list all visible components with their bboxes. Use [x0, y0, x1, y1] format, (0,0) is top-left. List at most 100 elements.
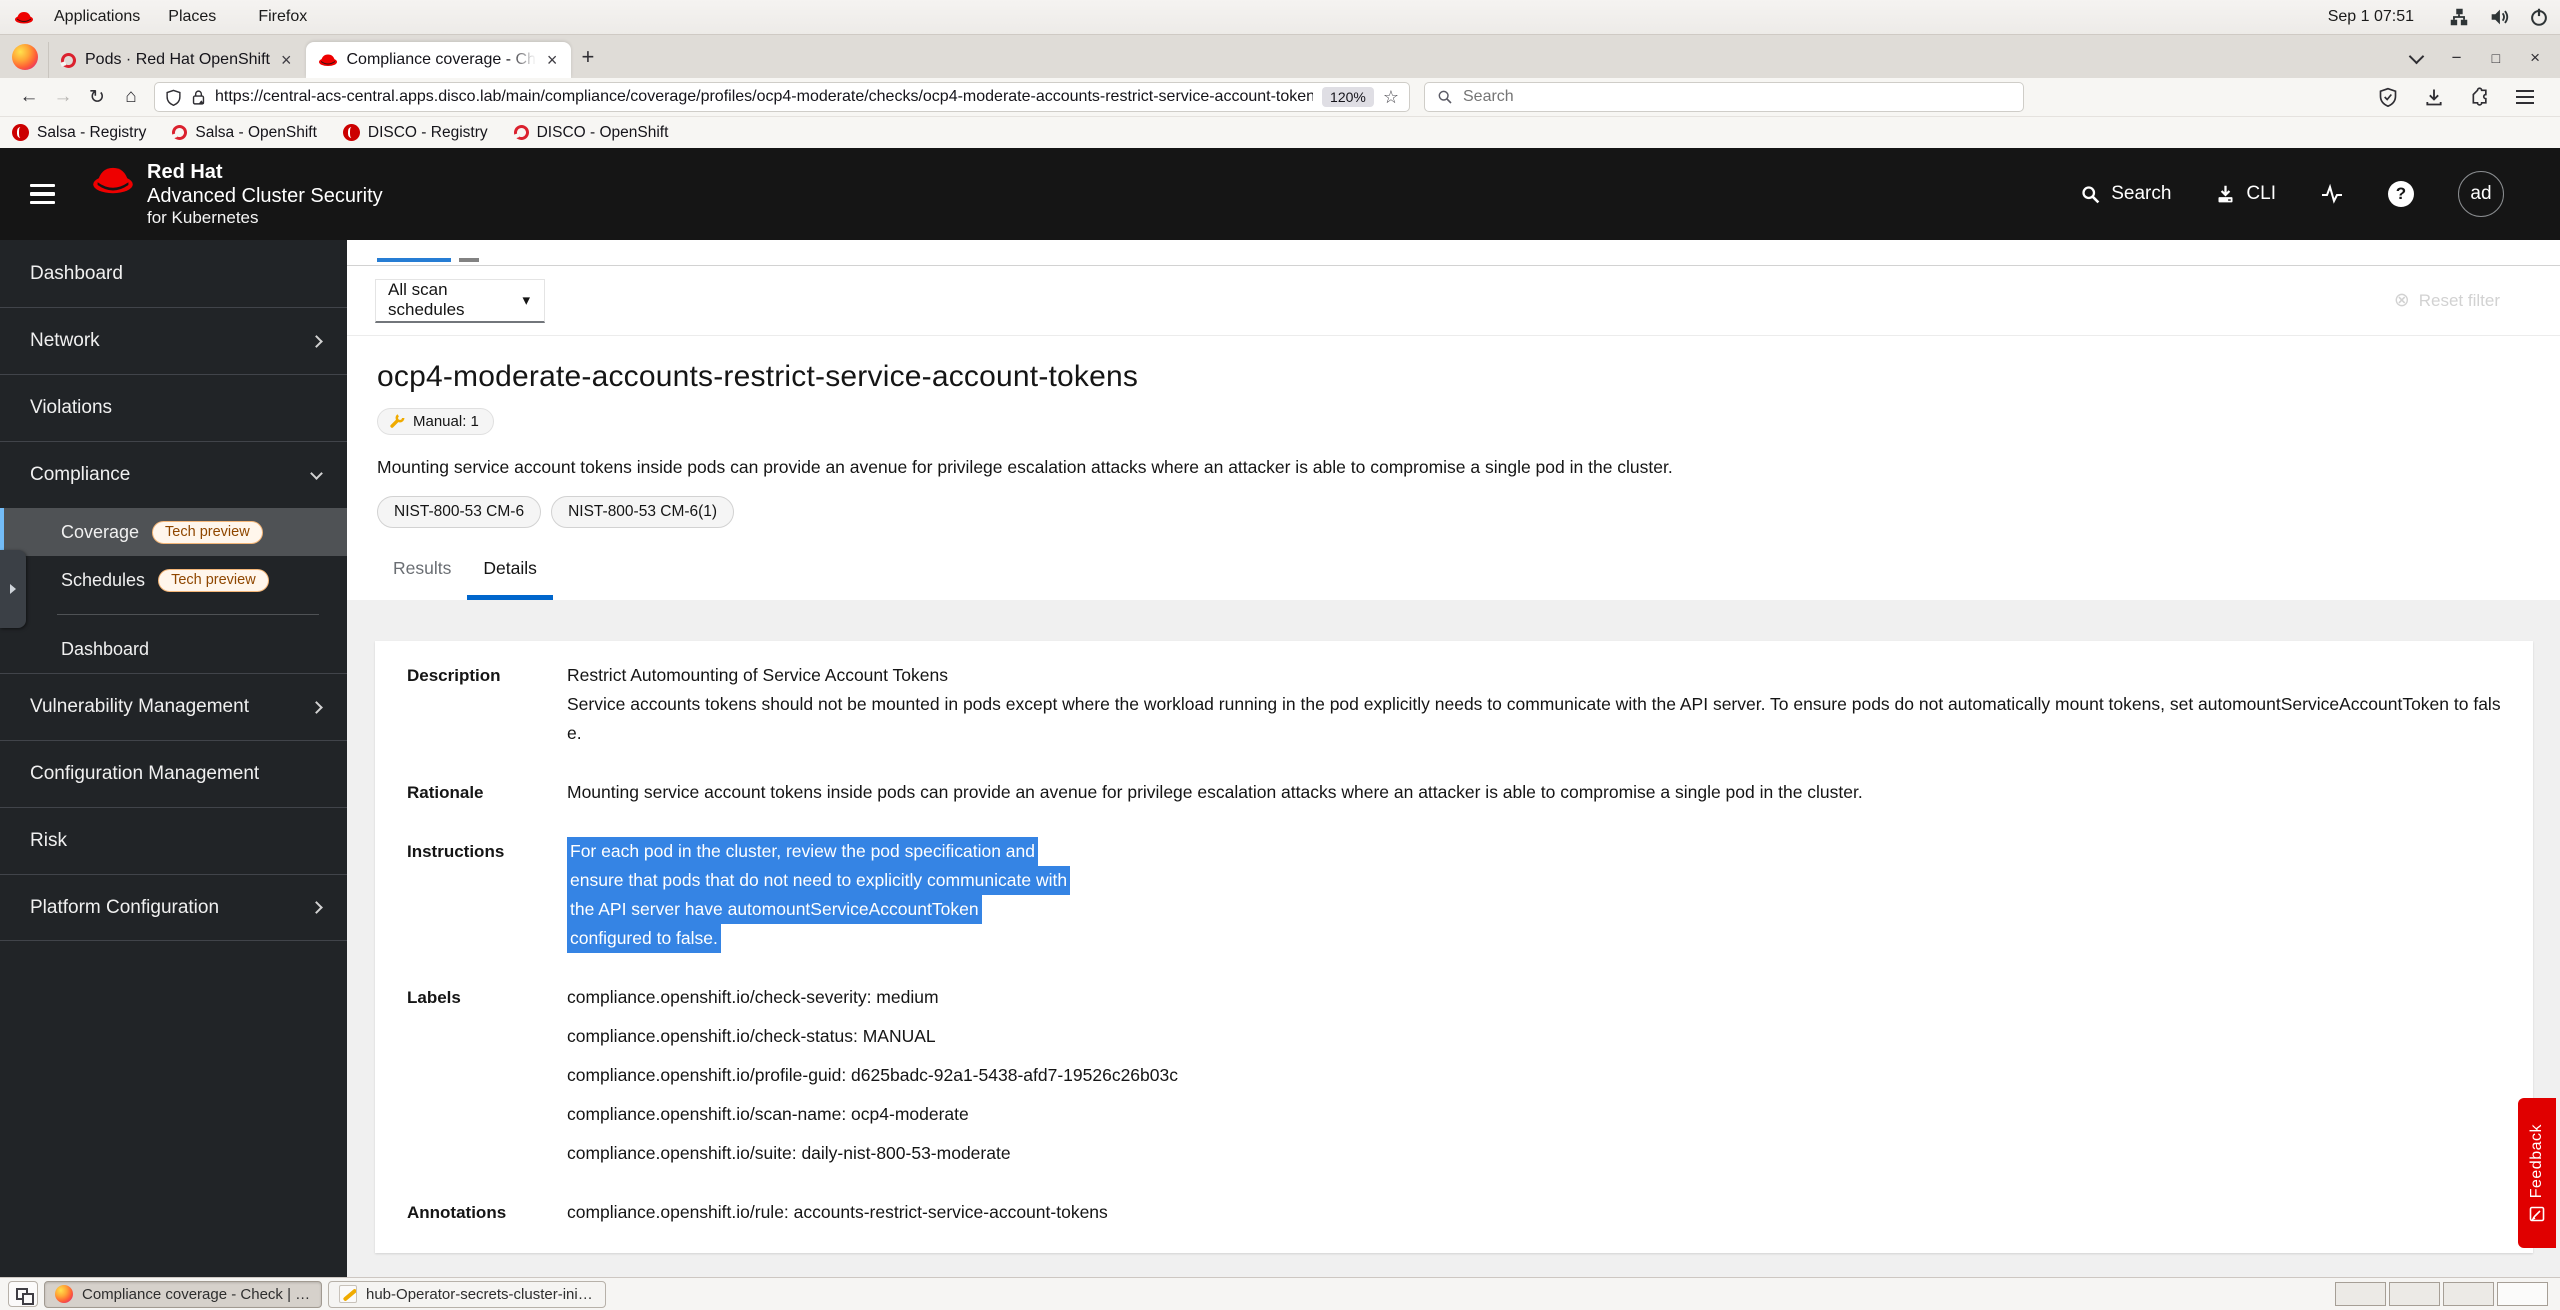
downloads-icon[interactable]	[2424, 87, 2444, 107]
filter-toolbar: All scan schedules ▾ ⊗ Reset filter	[347, 266, 2560, 336]
sidebar-item-configuration-management[interactable]: Configuration Management	[0, 740, 347, 807]
browser-search-box[interactable]	[1424, 82, 2024, 112]
help-icon[interactable]: ?	[2388, 181, 2414, 207]
sidebar-item-compliance-dashboard[interactable]: Dashboard	[0, 625, 347, 673]
firefox-menu-button[interactable]	[2516, 90, 2534, 104]
workspace-2[interactable]	[2389, 1282, 2440, 1306]
account-shield-icon[interactable]	[2378, 87, 2398, 107]
workspace-3[interactable]	[2443, 1282, 2494, 1306]
openshift-icon	[511, 123, 530, 142]
workspace-4[interactable]	[2497, 1282, 2548, 1306]
acs-masthead: Red Hat Advanced Cluster Security for Ku…	[0, 148, 2560, 240]
tab-results[interactable]: Results	[377, 558, 467, 600]
cli-download-button[interactable]: CLI	[2215, 183, 2276, 205]
tracking-shield-icon[interactable]	[165, 89, 182, 106]
tab-details[interactable]: Details	[467, 558, 553, 600]
taskbar-window-title: hub-Operator-secrets-cluster-init-...	[366, 1286, 595, 1303]
tab-close-icon[interactable]: ×	[545, 50, 560, 71]
new-tab-button[interactable]: +	[581, 44, 594, 70]
brand-line2: Advanced Cluster Security	[147, 185, 383, 207]
breadcrumb-clipped	[347, 240, 2560, 266]
forward-button[interactable]: →	[46, 86, 80, 108]
sidebar-item-coverage[interactable]: Coverage Tech preview	[0, 508, 347, 556]
sidebar-item-compliance[interactable]: Compliance	[0, 441, 347, 508]
annotations-label: Annotations	[407, 1198, 567, 1227]
instructions-row: Instructions For each pod in the cluster…	[407, 837, 2509, 953]
window-close-button[interactable]: ×	[2530, 48, 2540, 68]
nav-toggle-button[interactable]	[30, 184, 55, 205]
compliance-subnav: Coverage Tech preview Schedules Tech pre…	[0, 508, 347, 673]
extensions-icon[interactable]	[2470, 87, 2490, 107]
sidebar-item-risk[interactable]: Risk	[0, 807, 347, 874]
tab-close-icon[interactable]: ×	[279, 50, 294, 71]
sidebar-item-label: Dashboard	[30, 263, 123, 285]
caret-down-icon: ▾	[522, 291, 530, 309]
breadcrumb-fragment	[459, 258, 479, 262]
browser-search-input[interactable]	[1463, 88, 2011, 106]
details-tab-panel: Description Restrict Automounting of Ser…	[347, 600, 2560, 1270]
panel-drag-handle[interactable]	[0, 550, 26, 628]
home-button[interactable]: ⌂	[114, 86, 148, 108]
feedback-pencil-icon	[2529, 1206, 2545, 1222]
power-icon[interactable]	[2528, 6, 2550, 28]
bookmark-salsa-registry[interactable]: Salsa - Registry	[12, 124, 146, 142]
brand-logo[interactable]: Red Hat Advanced Cluster Security for Ku…	[91, 161, 383, 228]
window-maximize-button[interactable]: □	[2492, 50, 2500, 66]
taskbar-window-editor[interactable]: hub-Operator-secrets-cluster-init-...	[328, 1281, 606, 1308]
show-desktop-button[interactable]	[8, 1281, 38, 1307]
rationale-row: Rationale Mounting service account token…	[407, 778, 2509, 807]
bookmark-label: DISCO - Registry	[368, 124, 488, 142]
question-glyph: ?	[2396, 184, 2406, 204]
chevron-right-icon	[310, 701, 323, 714]
lock-icon[interactable]	[191, 89, 206, 106]
network-icon[interactable]	[2448, 6, 2470, 28]
bookmark-disco-openshift[interactable]: DISCO - OpenShift	[514, 124, 669, 142]
url-bar[interactable]: 120% ☆	[154, 82, 1410, 112]
firefox-menu[interactable]: Firefox	[248, 6, 317, 28]
list-tabs-icon[interactable]	[2408, 48, 2424, 64]
redhat-distro-icon	[14, 10, 34, 25]
manual-count-badge: Manual: 1	[377, 408, 494, 435]
window-minimize-button[interactable]: −	[2452, 48, 2462, 68]
bookmark-label: DISCO - OpenShift	[537, 124, 669, 142]
description-line: Service accounts tokens should not be mo…	[567, 690, 2509, 748]
url-input[interactable]	[215, 88, 1313, 106]
sidebar-item-platform-configuration[interactable]: Platform Configuration	[0, 874, 347, 941]
desktop-top-bar: Applications Places Firefox Sep 1 07:51	[0, 0, 2560, 35]
activity-pulse-icon[interactable]	[2320, 182, 2344, 206]
sidebar-item-label: Violations	[30, 397, 112, 419]
user-avatar[interactable]: ad	[2458, 171, 2504, 217]
page-title: ocp4-moderate-accounts-restrict-service-…	[377, 360, 2500, 394]
standard-label: NIST-800-53 CM-6	[377, 496, 541, 528]
global-search-button[interactable]: Search	[2080, 183, 2171, 205]
description-line: Restrict Automounting of Service Account…	[567, 661, 2509, 690]
taskbar-window-title: Compliance coverage - Check | Re...	[82, 1286, 311, 1303]
browser-tab-pods[interactable]: Pods · Red Hat OpenShift ×	[48, 42, 306, 78]
sidebar-item-schedules[interactable]: Schedules Tech preview	[0, 556, 347, 604]
tech-preview-badge: Tech preview	[158, 569, 269, 592]
zoom-level-badge[interactable]: 120%	[1322, 87, 1374, 107]
sidebar-item-violations[interactable]: Violations	[0, 374, 347, 441]
taskbar-window-firefox[interactable]: Compliance coverage - Check | Re...	[44, 1281, 322, 1308]
workspace-1[interactable]	[2335, 1282, 2386, 1306]
bookmark-disco-registry[interactable]: DISCO - Registry	[343, 124, 488, 142]
sidebar-item-vulnerability-management[interactable]: Vulnerability Management	[0, 673, 347, 740]
sidebar-item-dashboard[interactable]: Dashboard	[0, 240, 347, 307]
browser-tab-compliance[interactable]: Compliance coverage - Ch ×	[306, 42, 572, 78]
scan-schedule-select[interactable]: All scan schedules ▾	[375, 279, 545, 323]
reset-filter-button[interactable]: ⊗ Reset filter	[2394, 289, 2500, 312]
applications-menu[interactable]: Applications	[44, 6, 150, 28]
reload-button[interactable]: ↻	[80, 86, 114, 109]
clock[interactable]: Sep 1 07:51	[2328, 8, 2414, 26]
volume-icon[interactable]	[2488, 6, 2510, 28]
feedback-button[interactable]: Feedback	[2518, 1098, 2556, 1248]
reset-filter-label: Reset filter	[2419, 291, 2500, 311]
sidebar-item-network[interactable]: Network	[0, 307, 347, 374]
wrench-icon	[388, 413, 405, 430]
back-button[interactable]: ←	[12, 86, 46, 108]
places-menu[interactable]: Places	[158, 6, 226, 28]
sidebar-item-label: Dashboard	[61, 639, 149, 660]
bookmark-star-icon[interactable]: ☆	[1383, 87, 1399, 108]
tab-title: Pods · Red Hat OpenShift	[85, 51, 270, 69]
bookmark-salsa-openshift[interactable]: Salsa - OpenShift	[172, 124, 316, 142]
